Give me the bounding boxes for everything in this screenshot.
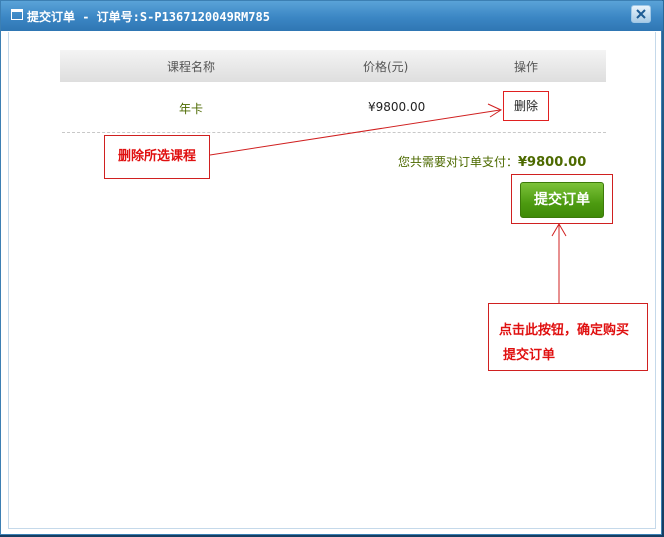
delete-arrow-line <box>209 109 501 156</box>
annotation-arrows <box>209 103 567 303</box>
